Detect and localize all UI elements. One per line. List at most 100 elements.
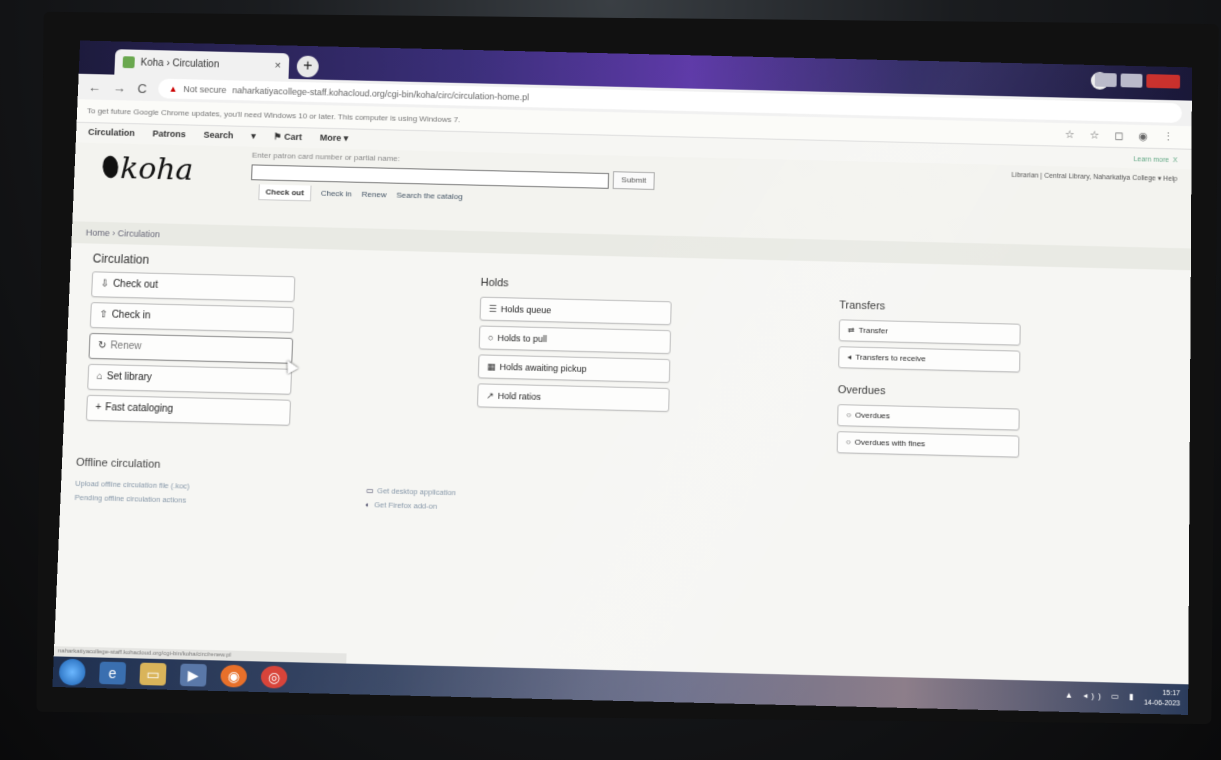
back-icon[interactable]: ← <box>88 79 101 94</box>
window-controls <box>1094 72 1181 89</box>
refresh-icon: ↻ <box>97 340 107 352</box>
overdues-with-fines-button[interactable]: ○ Overdues with fines <box>836 431 1020 458</box>
renew-button[interactable]: ↻ Renew <box>88 332 294 364</box>
holds-section: Holds ☰ Holds queue ○ Holds to pull ▦ Holds… <box>476 276 690 418</box>
desktop-icon: ▭ <box>365 485 374 496</box>
minimize-button[interactable] <box>1094 72 1117 88</box>
nav-cart[interactable]: ⚑ Cart <box>273 131 302 143</box>
button-label: Check in <box>111 309 151 322</box>
clock-icon: ○ <box>846 410 852 420</box>
inbox-icon: ◂ <box>847 352 852 362</box>
upload-offline-file-link[interactable]: Upload offline circulation file (.koc) <box>75 479 366 495</box>
firefox-taskbar-icon[interactable]: ◉ <box>220 664 248 688</box>
patron-search-label: Enter patron card number or partial name… <box>251 150 400 164</box>
offline-links: Upload offline circulation file (.koc) P… <box>74 479 777 524</box>
learn-more-link[interactable]: Learn more X <box>1133 156 1177 164</box>
fast-cataloging-button[interactable]: + Fast cataloging <box>85 394 291 426</box>
chart-line-icon: ↗ <box>486 390 495 401</box>
media-player-icon[interactable]: ▶ <box>179 663 207 687</box>
overdues-heading: Overdues <box>837 384 886 398</box>
close-window-button[interactable] <box>1146 74 1181 89</box>
button-label: Overdues <box>855 410 891 421</box>
exchange-icon: ⇄ <box>847 325 855 335</box>
maximize-button[interactable] <box>1120 73 1143 88</box>
tab-check-out[interactable]: Check out <box>258 184 312 202</box>
toolbar-icons[interactable]: ☆ ☆ ◻ ◉ ⋮ <box>1065 128 1180 144</box>
button-label: Hold ratios <box>497 390 542 402</box>
transfers-to-receive-button[interactable]: ◂ Transfers to receive <box>838 346 1021 373</box>
tab-renew[interactable]: Renew <box>361 187 387 203</box>
warning-icon: ▲ <box>168 83 178 94</box>
pending-offline-actions-link[interactable]: Pending offline circulation actions <box>74 493 365 509</box>
button-label: Holds awaiting pickup <box>499 361 587 374</box>
user-library-menu[interactable]: Librarian | Central Library, Naharkatiya… <box>1011 171 1177 183</box>
overdues-section: Overdues ○ Overdues ○ Overdues with fines <box>836 384 1038 458</box>
list-icon: ☰ <box>488 303 498 314</box>
chrome-taskbar-icon[interactable]: ◎ <box>260 665 288 689</box>
check-in-button[interactable]: ⇧ Check in <box>89 302 295 333</box>
submit-button[interactable]: Submit <box>612 171 655 190</box>
system-tray-icons[interactable]: ▲ ◂)) ▭ ▮ <box>1065 690 1138 701</box>
button-label: Overdues with fines <box>854 437 926 449</box>
infobar-text: To get future Google Chrome updates, you… <box>86 106 461 125</box>
nav-circulation[interactable]: Circulation <box>88 127 135 140</box>
get-desktop-app-link[interactable]: ▭ Get desktop application <box>366 486 456 497</box>
transfers-section: Transfers ⇄ Transfer ◂ Transfers to receiv… <box>836 299 1039 463</box>
upload-icon: ⇧ <box>99 309 108 321</box>
hold-ratios-button[interactable]: ↗ Hold ratios <box>476 383 670 413</box>
clock[interactable]: 15:17 14-06-2023 <box>1144 688 1180 709</box>
download-icon: ⇩ <box>100 278 110 290</box>
nav-search-dropdown[interactable]: ▾ <box>251 131 256 143</box>
button-label: Renew <box>110 340 142 353</box>
nav-patrons[interactable]: Patrons <box>152 129 186 142</box>
tab-close-icon[interactable]: × <box>274 60 281 72</box>
set-library-button[interactable]: ⌂ Set library <box>87 363 293 395</box>
reload-icon[interactable]: C <box>137 81 147 96</box>
nav-search[interactable]: Search <box>203 130 233 143</box>
learn-more-text: Learn more <box>1133 156 1170 164</box>
button-label: Check out <box>112 278 159 291</box>
button-label: Holds queue <box>500 304 552 316</box>
tab-check-in[interactable]: Check in <box>321 186 352 203</box>
plus-icon: + <box>95 402 102 414</box>
overdues-button[interactable]: ○ Overdues <box>837 404 1020 431</box>
nav-more[interactable]: More ▾ <box>320 133 349 145</box>
get-firefox-addon-link[interactable]: ◐ Get Firefox add-on <box>365 500 455 511</box>
start-button[interactable] <box>58 658 86 686</box>
offline-right-column: ▭ Get desktop application ◐ Get Firefox ad… <box>365 486 456 516</box>
transfers-heading: Transfers <box>839 299 886 313</box>
calendar-icon: ▦ <box>487 361 496 372</box>
clock-icon: ○ <box>845 437 851 447</box>
button-label: Holds to pull <box>497 332 548 345</box>
new-tab-button[interactable]: + <box>296 55 320 78</box>
clock-date: 14-06-2023 <box>1143 699 1181 708</box>
circle-icon: ○ <box>487 332 494 343</box>
holds-awaiting-pickup-button[interactable]: ▦ Holds awaiting pickup <box>477 354 671 384</box>
holds-queue-button[interactable]: ☰ Holds queue <box>479 296 672 326</box>
forward-icon[interactable]: → <box>113 80 126 95</box>
transfer-button[interactable]: ⇄ Transfer <box>838 319 1021 346</box>
infobar-close-icon[interactable]: X <box>1173 157 1178 164</box>
circulation-heading: Circulation <box>92 251 150 267</box>
holds-to-pull-button[interactable]: ○ Holds to pull <box>478 325 672 355</box>
security-label: Not secure <box>183 84 227 95</box>
offline-circulation-section: Offline circulation Upload offline circu… <box>74 457 778 525</box>
logo-text: koha <box>119 151 194 188</box>
link-label: Get Firefox add-on <box>374 500 438 511</box>
koha-logo[interactable]: koha <box>99 151 194 188</box>
button-label: Transfers to receive <box>855 352 926 364</box>
check-out-button[interactable]: ⇩ Check out <box>91 271 296 303</box>
button-label: Transfer <box>858 325 889 336</box>
koha-logo-icon <box>99 154 122 180</box>
folder-icon[interactable]: ▭ <box>139 662 167 686</box>
ie-icon[interactable]: e <box>99 661 127 685</box>
button-label: Set library <box>106 371 152 384</box>
holds-heading: Holds <box>480 276 509 290</box>
search-tabs: Check out Check in Renew Search the cata… <box>258 184 463 205</box>
photo-background: Koha › Circulation × + ← → C ▲ Not secur… <box>0 0 1221 760</box>
url-text: naharkatiyacollege-staff.kohacloud.org/c… <box>232 85 530 103</box>
offline-left-column: Upload offline circulation file (.koc) P… <box>74 479 366 514</box>
home-icon: ⌂ <box>96 371 104 383</box>
tab-search-catalog[interactable]: Search the catalog <box>396 188 463 205</box>
circulation-section: Circulation ⇩ Check out ⇧ Check in ↻ Renew … <box>85 251 312 432</box>
